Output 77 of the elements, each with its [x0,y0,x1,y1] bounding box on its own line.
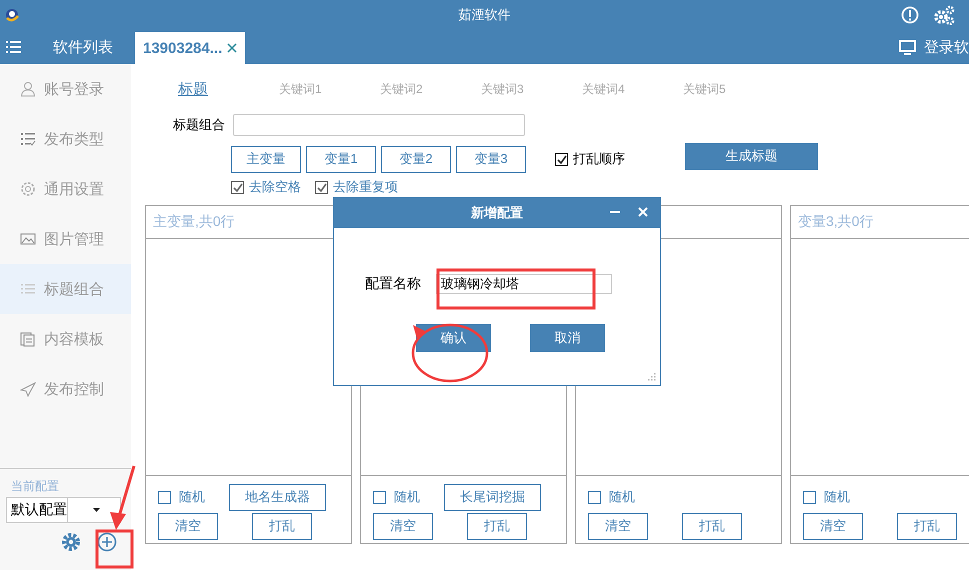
tab[interactable]: 13903284... [135,32,246,64]
checkbox[interactable] [373,490,386,504]
clear-button[interactable]: 清空 [158,512,218,540]
clear-button[interactable]: 清空 [588,512,648,540]
checkbox[interactable] [555,152,568,166]
checkbox[interactable] [231,180,244,194]
image-icon [20,231,36,247]
user-icon [20,81,36,97]
cancel-button[interactable]: 取消 [530,324,605,352]
input-field[interactable]: 玻璃钢冷却塔 [436,274,612,294]
sidebar-item[interactable]: 标题组合 [0,264,131,314]
tool-button[interactable]: 长尾词挖掘 [444,484,541,510]
sidebar-item[interactable]: 账号登录 [0,64,131,114]
tab[interactable]: 标题 [178,80,279,98]
checkbox[interactable] [315,180,328,194]
document-icon [20,331,36,347]
menu-icon[interactable] [6,40,21,54]
checkbox-label: 随机 [609,488,635,506]
tab[interactable]: 关键词5 [683,80,784,98]
resize-grip-icon [648,373,656,381]
variable-button[interactable]: 变量3 [456,146,526,172]
tab[interactable]: 软件列表 [35,30,135,64]
checkbox-label: 随机 [824,488,850,506]
variable-button[interactable]: 变量1 [306,146,376,172]
checkbox-label: 去除空格 [249,178,301,196]
input-field[interactable] [233,114,525,136]
checkbox-label: 打乱顺序 [573,150,625,168]
clear-button[interactable]: 清空 [803,512,863,540]
sidebar-item[interactable]: 内容模板 [0,314,131,364]
add-icon[interactable] [97,532,117,552]
monitor-icon [899,40,916,54]
sidebar-item[interactable]: 通用设置 [0,164,131,214]
variable-button[interactable]: 主变量 [231,146,301,172]
tab[interactable]: 关键词2 [380,80,481,98]
shuffle-button[interactable]: 打乱 [897,512,957,540]
checkbox[interactable] [158,490,171,504]
tab[interactable]: 关键词4 [582,80,683,98]
check-icon [556,154,567,164]
checklist-icon [20,131,36,147]
settings-icon[interactable] [933,5,955,25]
checkbox[interactable] [588,490,601,504]
tab[interactable]: 关键词3 [481,80,582,98]
alert-icon[interactable] [901,6,919,24]
close-icon[interactable] [227,43,238,53]
window-title: 茹湮软件 [458,7,510,22]
checkbox[interactable] [803,490,816,504]
panel-header: 主变量,共0行 [153,213,235,231]
login-link[interactable]: 登录软 [924,38,969,56]
panel-header: 变量3,共0行 [798,213,874,231]
shuffle-button[interactable]: 打乱 [467,512,527,540]
check-icon [232,182,243,192]
sidebar-item[interactable]: 发布控制 [0,364,131,414]
config-dropdown[interactable]: 默认配置 [6,497,121,523]
checkbox-label: 随机 [179,488,205,506]
tab[interactable]: 关键词1 [279,80,380,98]
paper-plane-icon [20,381,36,397]
logo-icon [4,7,20,23]
variable-button[interactable]: 变量2 [381,146,451,172]
shuffle-button[interactable]: 打乱 [252,512,312,540]
sidebar-item[interactable]: 图片管理 [0,214,131,264]
check-icon [316,182,327,192]
gear-icon [20,181,36,197]
checkbox-label: 去除重复项 [333,178,398,196]
tool-button[interactable]: 地名生成器 [229,484,326,510]
generate-button[interactable]: 生成标题 [685,142,818,170]
clear-button[interactable]: 清空 [373,512,433,540]
shuffle-button[interactable]: 打乱 [682,512,742,540]
checkbox-label: 随机 [394,488,420,506]
field-label: 标题组合 [173,116,225,134]
dialog-title: 新增配置 [471,204,523,222]
section-label: 当前配置 [11,478,60,495]
annotation-arrow [110,466,136,530]
caret-icon [92,508,100,512]
annotation-box [96,530,134,568]
settings-icon[interactable] [61,532,81,552]
sidebar-item[interactable]: 发布类型 [0,114,131,164]
field-label: 配置名称 [365,275,421,293]
